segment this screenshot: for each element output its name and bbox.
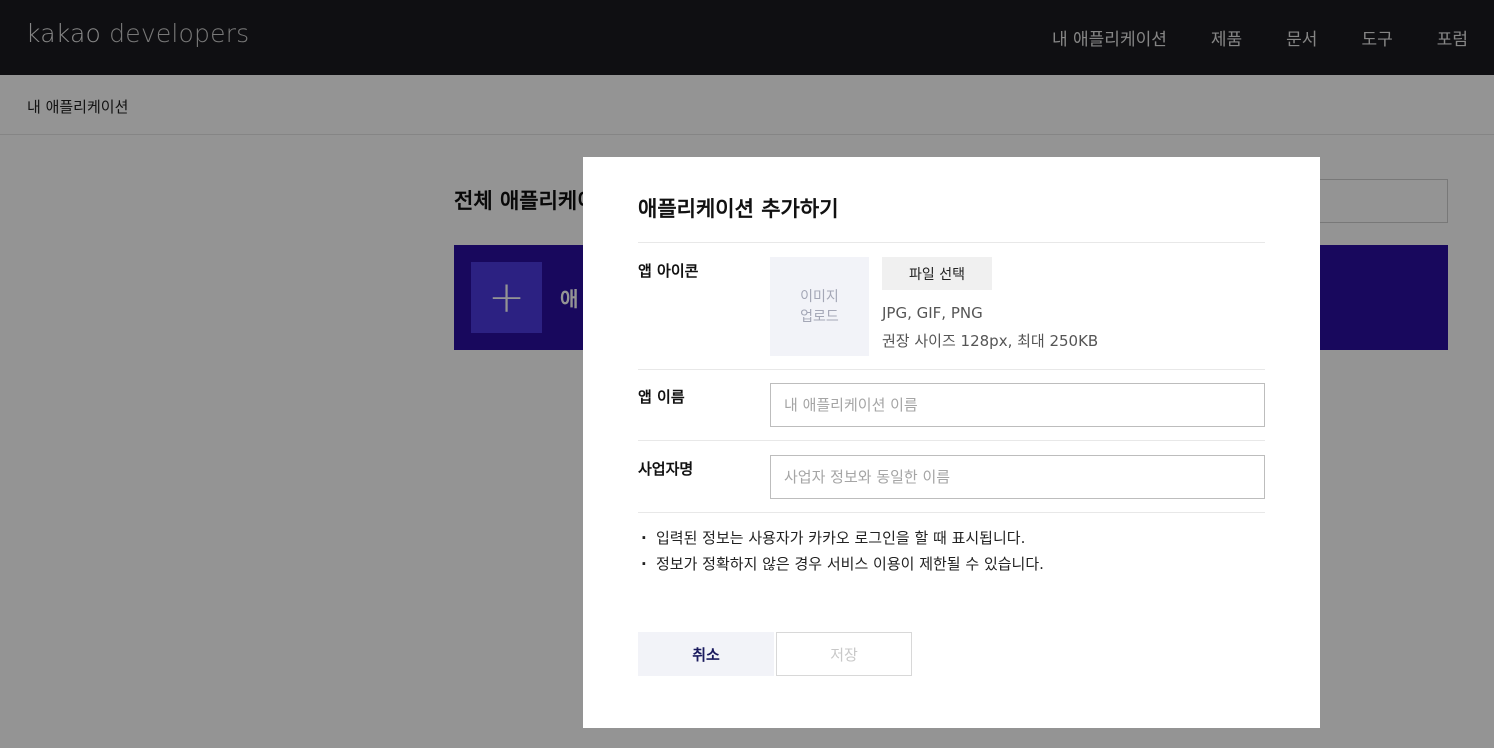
app-name-input[interactable] <box>770 383 1265 427</box>
cancel-button[interactable]: 취소 <box>638 632 774 676</box>
company-name-input[interactable] <box>770 455 1265 499</box>
divider <box>638 512 1265 513</box>
divider <box>638 440 1265 441</box>
notice-item: 입력된 정보는 사용자가 카카오 로그인을 할 때 표시됩니다. <box>639 525 1044 551</box>
save-button[interactable]: 저장 <box>776 632 912 676</box>
notice-item: 정보가 정확하지 않은 경우 서비스 이용이 제한될 수 있습니다. <box>639 551 1044 577</box>
divider <box>638 369 1265 370</box>
hint-size: 권장 사이즈 128px, 최대 250KB <box>882 332 1099 350</box>
company-name-label: 사업자명 <box>638 460 694 478</box>
app-name-label: 앱 이름 <box>638 388 685 406</box>
notice-list: 입력된 정보는 사용자가 카카오 로그인을 할 때 표시됩니다. 정보가 정확하… <box>639 525 1044 577</box>
divider <box>638 242 1265 243</box>
app-icon-label: 앱 아이콘 <box>638 262 699 280</box>
image-upload-area[interactable]: 이미지 업로드 <box>770 257 869 356</box>
upload-text-line2: 업로드 <box>800 308 839 325</box>
modal-title: 애플리케이션 추가하기 <box>638 197 839 221</box>
add-application-modal: 애플리케이션 추가하기 앱 아이콘 이미지 업로드 파일 선택 JPG, GIF… <box>583 157 1320 728</box>
file-select-button[interactable]: 파일 선택 <box>882 257 992 290</box>
upload-text-line1: 이미지 <box>800 288 839 305</box>
hint-formats: JPG, GIF, PNG <box>882 304 983 322</box>
